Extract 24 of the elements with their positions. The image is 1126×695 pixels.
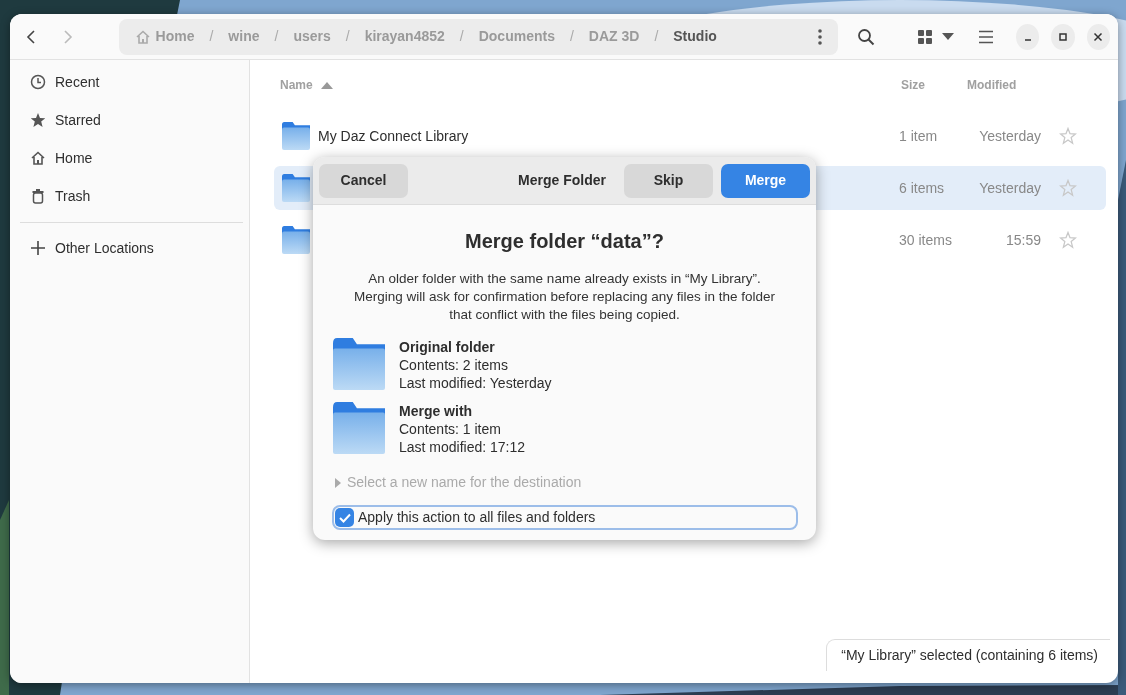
folder-modified: Last modified: 17:12 <box>399 438 526 456</box>
size-text: 1 item <box>899 126 939 146</box>
dialog-heading: Merge folder “data”? <box>464 229 665 254</box>
checkbox-label: Apply this action to all files and folders <box>358 508 596 527</box>
file-name: My Daz Connect Library <box>318 126 470 146</box>
modified-text: Yesterday <box>978 126 1041 146</box>
folder-contents: Contents: 2 items <box>399 356 509 374</box>
modified-text: Yesterday <box>978 178 1041 198</box>
dialog-title: Merge Folder <box>518 171 606 190</box>
size-text: 30 items <box>899 230 953 250</box>
separator-text: / <box>344 27 351 46</box>
separator-text: / <box>458 27 465 46</box>
size-text: 6 items <box>899 178 946 198</box>
folder-contents: Contents: 1 item <box>399 420 502 438</box>
modified-text: 15:59 <box>1004 230 1041 250</box>
folder-title: Merge with <box>399 402 474 420</box>
separator-text: / <box>273 27 280 46</box>
separator-text: / <box>208 27 215 46</box>
dialog-message: An older folder with the same name already exists in “My Library”. Merging will ask for confirmation before replacing any files in the folder that conflict with the files being copied. <box>353 270 776 324</box>
separator-text: / <box>568 27 575 46</box>
separator-text: / <box>653 27 660 46</box>
folder-modified: Last modified: Yesterday <box>399 374 552 392</box>
folder-title: Original folder <box>399 338 496 356</box>
status-bar: “My Library” selected (containing 6 items) <box>826 639 1110 671</box>
